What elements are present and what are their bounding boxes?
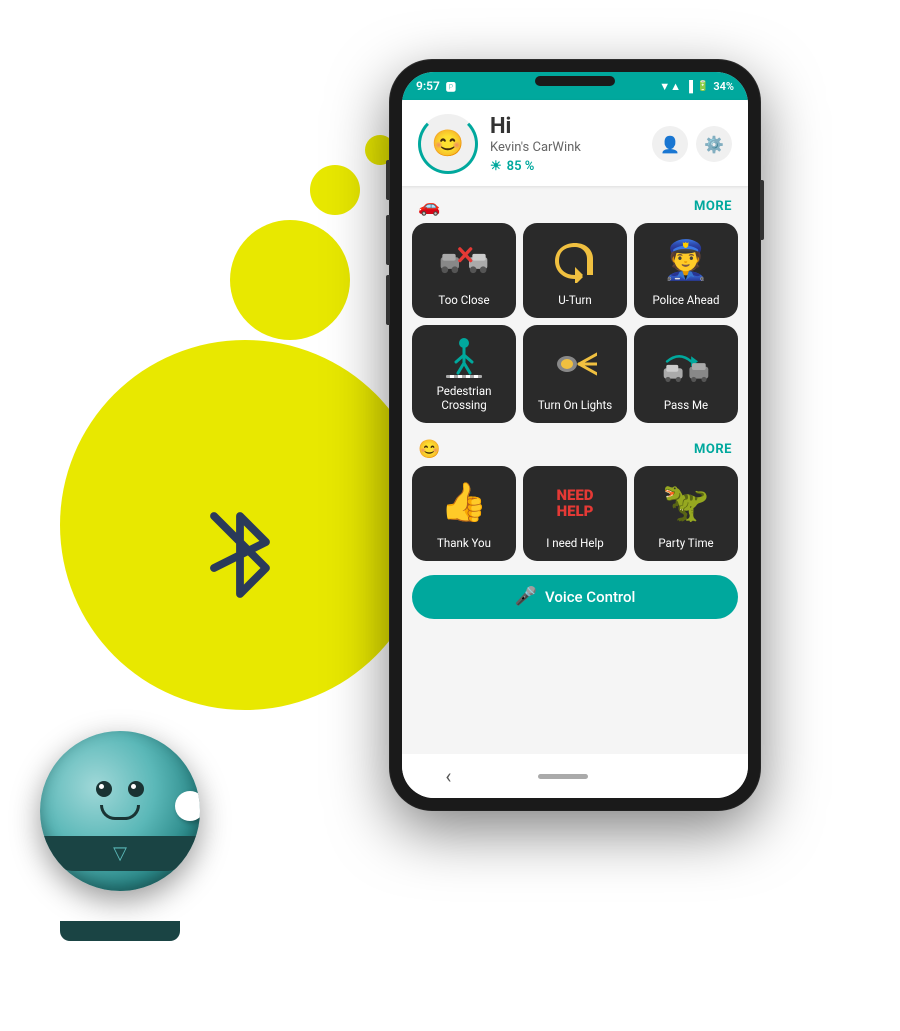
- driving-section-header: 🚗 MORE: [402, 186, 748, 223]
- header-icons: 👤 ⚙️: [652, 126, 732, 162]
- header-left: 😊 Hi Kevin's CarWink ☀ 85 %: [418, 114, 581, 174]
- card-pedestrian-crossing-label: Pedestrian Crossing: [437, 385, 492, 413]
- card-thank-you-label: Thank You: [437, 537, 491, 551]
- device-name: Kevin's CarWink: [490, 140, 581, 155]
- voice-control-label: Voice Control: [545, 588, 635, 606]
- card-too-close[interactable]: Too Close: [412, 223, 516, 318]
- microphone-icon: 🎤: [515, 586, 537, 607]
- scene: ▽ 9:57 🅿 ▼▲ ▐: [0, 0, 900, 1031]
- home-indicator[interactable]: [538, 774, 588, 779]
- battery-indicator: ☀ 85 %: [490, 159, 581, 174]
- battery-sun-icon: ☀: [490, 159, 502, 174]
- device-avatar: 😊: [418, 114, 478, 174]
- phone-screen: 9:57 🅿 ▼▲ ▐ 🔋 34% 😊: [402, 72, 748, 798]
- card-thank-you-icon: 👍: [418, 476, 510, 531]
- card-pedestrian-crossing[interactable]: Pedestrian Crossing: [412, 325, 516, 423]
- volume-silent-button: [386, 160, 390, 200]
- phone-container: 9:57 🅿 ▼▲ ▐ 🔋 34% 😊: [390, 60, 780, 820]
- status-app-icon: 🅿: [446, 79, 456, 94]
- signal-icon: ▐: [685, 80, 693, 93]
- voice-control-bar[interactable]: 🎤 Voice Control: [412, 575, 738, 619]
- driving-more-button[interactable]: MORE: [694, 199, 732, 214]
- nav-bar: ‹: [402, 754, 748, 798]
- volume-down-button: [386, 275, 390, 325]
- phone-outer: 9:57 🅿 ▼▲ ▐ 🔋 34% 😊: [390, 60, 760, 810]
- card-party-time-icon: 🦖: [640, 476, 732, 531]
- card-pass-me-label: Pass Me: [664, 399, 708, 413]
- card-u-turn-label: U-Turn: [558, 294, 592, 308]
- car-icon: 🚗: [418, 196, 440, 217]
- bluetooth-icon: [200, 490, 280, 620]
- card-u-turn[interactable]: U-Turn: [523, 223, 627, 318]
- avatar-emoji: 😊: [432, 129, 464, 159]
- card-turn-on-lights[interactable]: Turn On Lights: [523, 325, 627, 423]
- profile-icon: 👤: [660, 135, 680, 154]
- battery-icon: 🔋: [697, 81, 709, 92]
- emoji-section-icon: 😊: [418, 439, 440, 460]
- card-need-help-icon: NEEDHELP: [529, 476, 621, 531]
- emoji-more-button[interactable]: MORE: [694, 442, 732, 457]
- header-info: Hi Kevin's CarWink ☀ 85 %: [490, 114, 581, 174]
- card-u-turn-icon: [529, 233, 621, 288]
- app-header: 😊 Hi Kevin's CarWink ☀ 85 %: [402, 100, 748, 186]
- yellow-circle-medium: [230, 220, 350, 340]
- card-party-time-label: Party Time: [658, 537, 713, 551]
- power-button: [760, 180, 764, 240]
- battery-level: 85 %: [507, 159, 535, 174]
- back-button[interactable]: ‹: [445, 764, 451, 788]
- card-too-close-label: Too Close: [438, 294, 489, 308]
- status-left: 9:57 🅿: [416, 79, 456, 94]
- camera-notch: [535, 76, 615, 86]
- card-turn-on-lights-icon: [529, 335, 621, 393]
- carwink-device: ▽: [40, 731, 240, 931]
- card-turn-on-lights-label: Turn On Lights: [538, 399, 612, 413]
- card-police-ahead-icon: 👮: [640, 233, 732, 288]
- card-need-help[interactable]: NEEDHELP I need Help: [523, 466, 627, 561]
- battery-percent: 34%: [713, 80, 734, 93]
- greeting-text: Hi: [490, 114, 581, 139]
- card-party-time[interactable]: 🦖 Party Time: [634, 466, 738, 561]
- card-thank-you[interactable]: 👍 Thank You: [412, 466, 516, 561]
- status-right: ▼▲ ▐ 🔋 34%: [659, 80, 734, 93]
- card-pedestrian-crossing-icon: [418, 335, 510, 379]
- emoji-grid: 👍 Thank You NEEDHELP I need Help: [402, 466, 748, 567]
- card-pass-me[interactable]: Pass Me: [634, 325, 738, 423]
- card-too-close-icon: [418, 233, 510, 288]
- status-time: 9:57: [416, 79, 440, 93]
- card-need-help-label: I need Help: [546, 537, 603, 551]
- card-pass-me-icon: [640, 335, 732, 393]
- profile-button[interactable]: 👤: [652, 126, 688, 162]
- card-police-ahead[interactable]: 👮 Police Ahead: [634, 223, 738, 318]
- wifi-icon: ▼▲: [659, 80, 681, 93]
- driving-grid: Too Close U-Turn: [402, 223, 748, 429]
- card-police-ahead-label: Police Ahead: [653, 294, 720, 308]
- volume-up-button: [386, 215, 390, 265]
- yellow-circle-small1: [310, 165, 360, 215]
- settings-button[interactable]: ⚙️: [696, 126, 732, 162]
- settings-icon: ⚙️: [704, 135, 724, 154]
- emoji-section-header: 😊 MORE: [402, 429, 748, 466]
